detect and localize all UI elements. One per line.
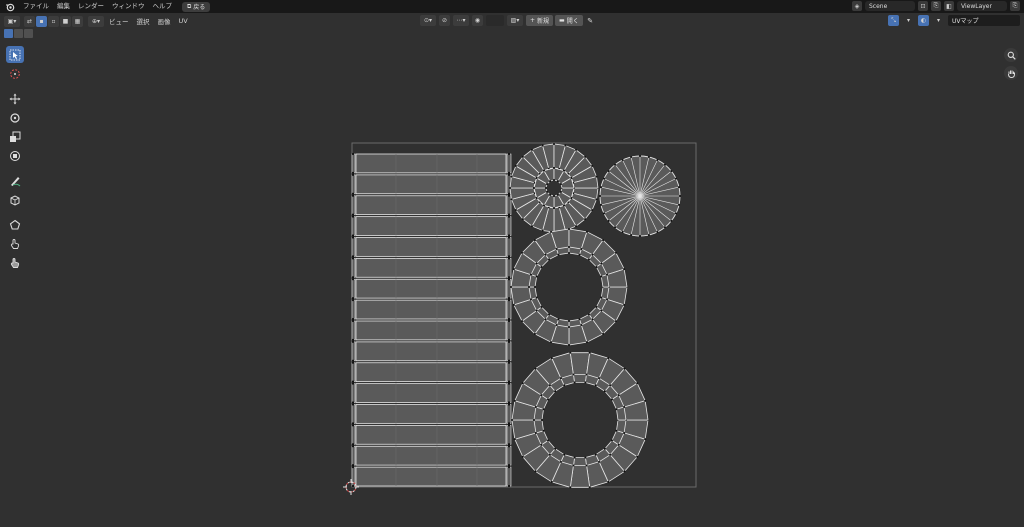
uv-strip-face xyxy=(355,404,507,424)
transform-icon xyxy=(10,150,20,161)
transform-tool[interactable] xyxy=(6,147,24,164)
pentagon-icon xyxy=(9,219,21,230)
annotate-polygon-tool[interactable] xyxy=(6,191,24,208)
annotate-tool[interactable] xyxy=(6,172,24,189)
cursor-tool[interactable] xyxy=(6,65,24,82)
uv-strip-face xyxy=(355,174,507,195)
uv-strip-face xyxy=(355,466,507,487)
uv-strip-face xyxy=(355,195,507,216)
uv-strip-face xyxy=(355,362,507,383)
tool-shelf xyxy=(6,46,24,271)
uv-strip-face xyxy=(355,153,507,174)
uv-strip-face xyxy=(355,320,507,341)
rotate-icon xyxy=(10,112,20,123)
uv-circle-islands xyxy=(509,143,681,489)
uv-disc-island xyxy=(599,155,681,237)
cube-icon xyxy=(10,194,20,206)
uv-strip-face xyxy=(355,299,507,320)
annotate-icon xyxy=(11,176,21,186)
relax-tool[interactable] xyxy=(6,254,24,271)
uv-strip-face xyxy=(355,445,507,466)
uv-strip-face xyxy=(355,257,507,278)
relax-hand-icon xyxy=(10,257,20,268)
grab-tool[interactable] xyxy=(6,235,24,252)
rotate-tool[interactable] xyxy=(6,109,24,126)
navigation-gizmo xyxy=(1004,48,1018,80)
uv-strip-island xyxy=(351,152,512,488)
pan-hand-icon[interactable] xyxy=(1004,66,1018,80)
uv-ring-island-large xyxy=(511,351,649,489)
zoom-icon[interactable] xyxy=(1004,48,1018,62)
uv-strip-face xyxy=(355,341,507,362)
select-box-tool[interactable] xyxy=(6,46,24,63)
select-box-icon xyxy=(9,49,21,60)
move-tool[interactable] xyxy=(6,90,24,107)
scale-tool[interactable] xyxy=(6,128,24,145)
scale-icon xyxy=(10,131,21,142)
uv-strip-face xyxy=(355,237,507,257)
rip-region-tool[interactable] xyxy=(6,216,24,233)
cursor-icon xyxy=(10,68,20,79)
uv-viewport[interactable] xyxy=(0,0,1024,527)
move-icon xyxy=(9,93,21,104)
uv-strip-face xyxy=(355,383,507,403)
uv-strip-face xyxy=(355,278,507,299)
uv-ring-island-small xyxy=(509,143,599,233)
grab-hand-icon xyxy=(10,238,20,249)
uv-strip-face xyxy=(355,424,507,445)
uv-strip-face xyxy=(355,216,507,236)
uv-ring-island-medium xyxy=(510,228,628,346)
